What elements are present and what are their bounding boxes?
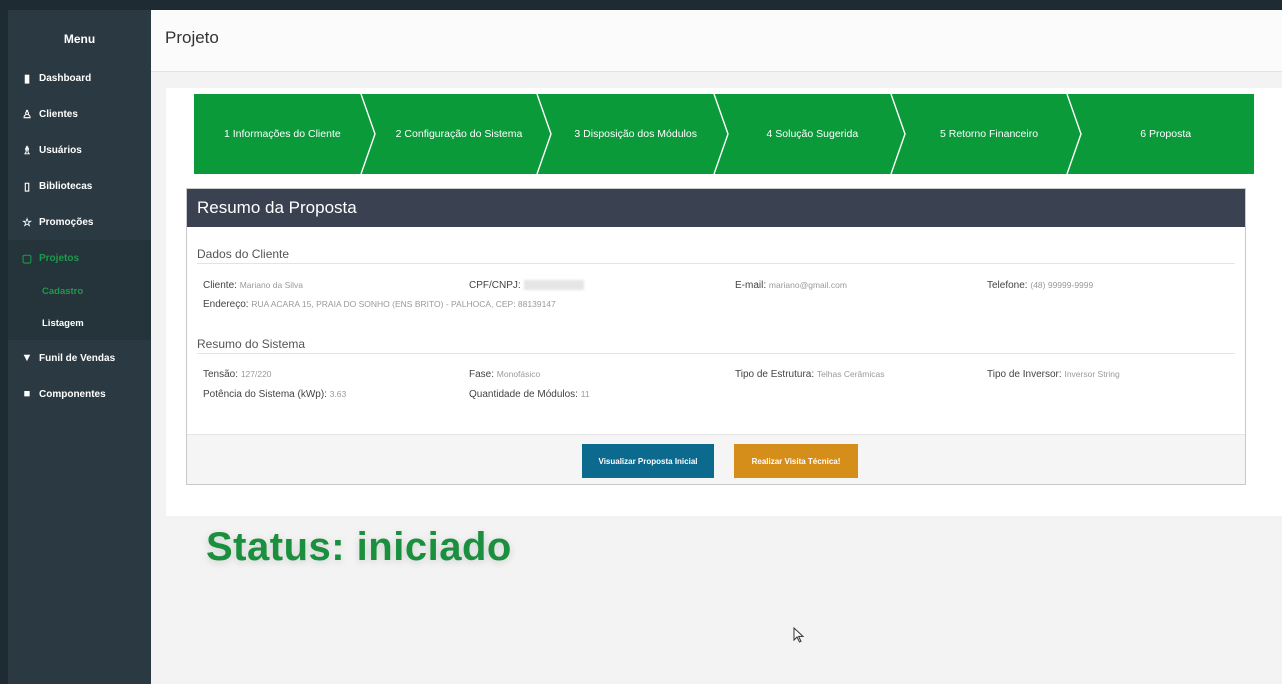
divider: [197, 353, 1235, 354]
star-icon: ☆: [22, 216, 32, 229]
step-label: 5 Retorno Financeiro: [939, 128, 1039, 140]
sidebar-item-bibliotecas[interactable]: ▯ Bibliotecas: [8, 168, 151, 204]
structure-field: Tipo de Estrutura: Telhas Cerâmicas: [735, 369, 885, 380]
step-label: 6 Proposta: [1140, 128, 1192, 140]
wizard-stepper: 1 Informações do Cliente 2 Configuração …: [194, 94, 1254, 174]
client-field: Cliente: Mariano da Silva: [203, 280, 303, 291]
redacted-value: [523, 280, 584, 291]
users-icon: ♗: [22, 144, 32, 157]
phase-field: Fase: Monofásico: [469, 369, 541, 380]
proposal-summary-panel: Resumo da Proposta Dados do Cliente Clie…: [186, 188, 1246, 485]
book-icon: ▯: [23, 180, 31, 193]
technical-visit-button[interactable]: Realizar Visita Técnica!: [734, 444, 858, 478]
sidebar-item-clientes[interactable]: ♙ Clientes: [8, 96, 151, 132]
user-icon: ♙: [22, 108, 32, 121]
bar-chart-icon: ▮: [23, 72, 31, 85]
app-frame: Menu ▮ Dashboard ♙ Clientes ♗ Usuários ▯…: [8, 10, 1282, 684]
page-title: Projeto: [165, 28, 219, 47]
sidebar-item-dashboard[interactable]: ▮ Dashboard: [8, 60, 151, 96]
inverter-field: Tipo de Inversor: Inversor String: [987, 369, 1120, 380]
sidebar-item-label: Usuários: [39, 144, 82, 156]
email-field: E-mail: mariano@gmail.com: [735, 280, 847, 291]
mouse-cursor-icon: [793, 627, 805, 643]
sidebar-title: Menu: [63, 32, 96, 46]
step-4[interactable]: 4 Solução Sugerida: [724, 94, 906, 174]
panel-title: Resumo da Proposta: [187, 189, 1245, 227]
sidebar-item-funil[interactable]: ▼ Funil de Vendas: [8, 340, 151, 376]
step-5[interactable]: 5 Retorno Financeiro: [901, 94, 1083, 174]
cpf-field: CPF/CNPJ:: [469, 280, 584, 291]
step-3[interactable]: 3 Disposição dos Módulos: [547, 94, 729, 174]
voltage-field: Tensão: 127/220: [203, 369, 272, 380]
sidebar-subitem-cadastro[interactable]: Cadastro: [8, 276, 151, 308]
panel-footer: Visualizar Proposta Inicial Realizar Vis…: [187, 434, 1245, 484]
status-overlay: Status: iniciado: [206, 525, 512, 569]
step-label: 3 Disposição dos Módulos: [574, 128, 697, 140]
step-label: 4 Solução Sugerida: [766, 128, 859, 140]
sidebar-item-label: Clientes: [39, 108, 78, 120]
view-initial-proposal-button[interactable]: Visualizar Proposta Inicial: [582, 444, 714, 478]
sidebar: Menu ▮ Dashboard ♙ Clientes ♗ Usuários ▯…: [8, 10, 151, 684]
sidebar-item-usuarios[interactable]: ♗ Usuários: [8, 132, 151, 168]
filter-icon: ▼: [21, 352, 33, 364]
sidebar-item-label: Bibliotecas: [39, 180, 93, 192]
step-2[interactable]: 2 Configuração do Sistema: [371, 94, 553, 174]
client-section-title: Dados do Cliente: [197, 247, 290, 261]
box-icon: ■: [23, 388, 31, 400]
sidebar-item-label: Dashboard: [39, 72, 92, 84]
divider: [197, 263, 1235, 264]
sidebar-item-projetos[interactable]: ▢ Projetos: [8, 240, 151, 276]
step-label: 2 Configuração do Sistema: [395, 128, 523, 140]
step-6[interactable]: 6 Proposta: [1077, 94, 1254, 174]
folder-icon: ▢: [21, 252, 33, 265]
step-label: 1 Informações do Cliente: [223, 128, 341, 140]
modules-field: Quantidade de Módulos: 11: [469, 389, 590, 400]
sidebar-item-promocoes[interactable]: ☆ Promoções: [8, 204, 151, 240]
sidebar-item-label: Projetos: [39, 252, 80, 264]
sidebar-item-componentes[interactable]: ■ Componentes: [8, 376, 151, 412]
sidebar-item-label: Promoções: [39, 216, 94, 228]
phone-field: Telefone: (48) 99999-9999: [987, 280, 1094, 291]
sidebar-item-label: Funil de Vendas: [39, 352, 116, 364]
address-field: Endereço: RUA ACARA 15, PRAIA DO SONHO (…: [203, 299, 556, 310]
sidebar-subitem-listagem[interactable]: Listagem: [8, 308, 151, 340]
system-section-title: Resumo do Sistema: [197, 337, 306, 351]
sidebar-item-label: Componentes: [39, 388, 106, 400]
power-field: Potência do Sistema (kWp): 3.63: [203, 389, 347, 400]
top-bar: Projeto: [151, 10, 1282, 72]
step-1[interactable]: 1 Informações do Cliente: [194, 94, 376, 174]
